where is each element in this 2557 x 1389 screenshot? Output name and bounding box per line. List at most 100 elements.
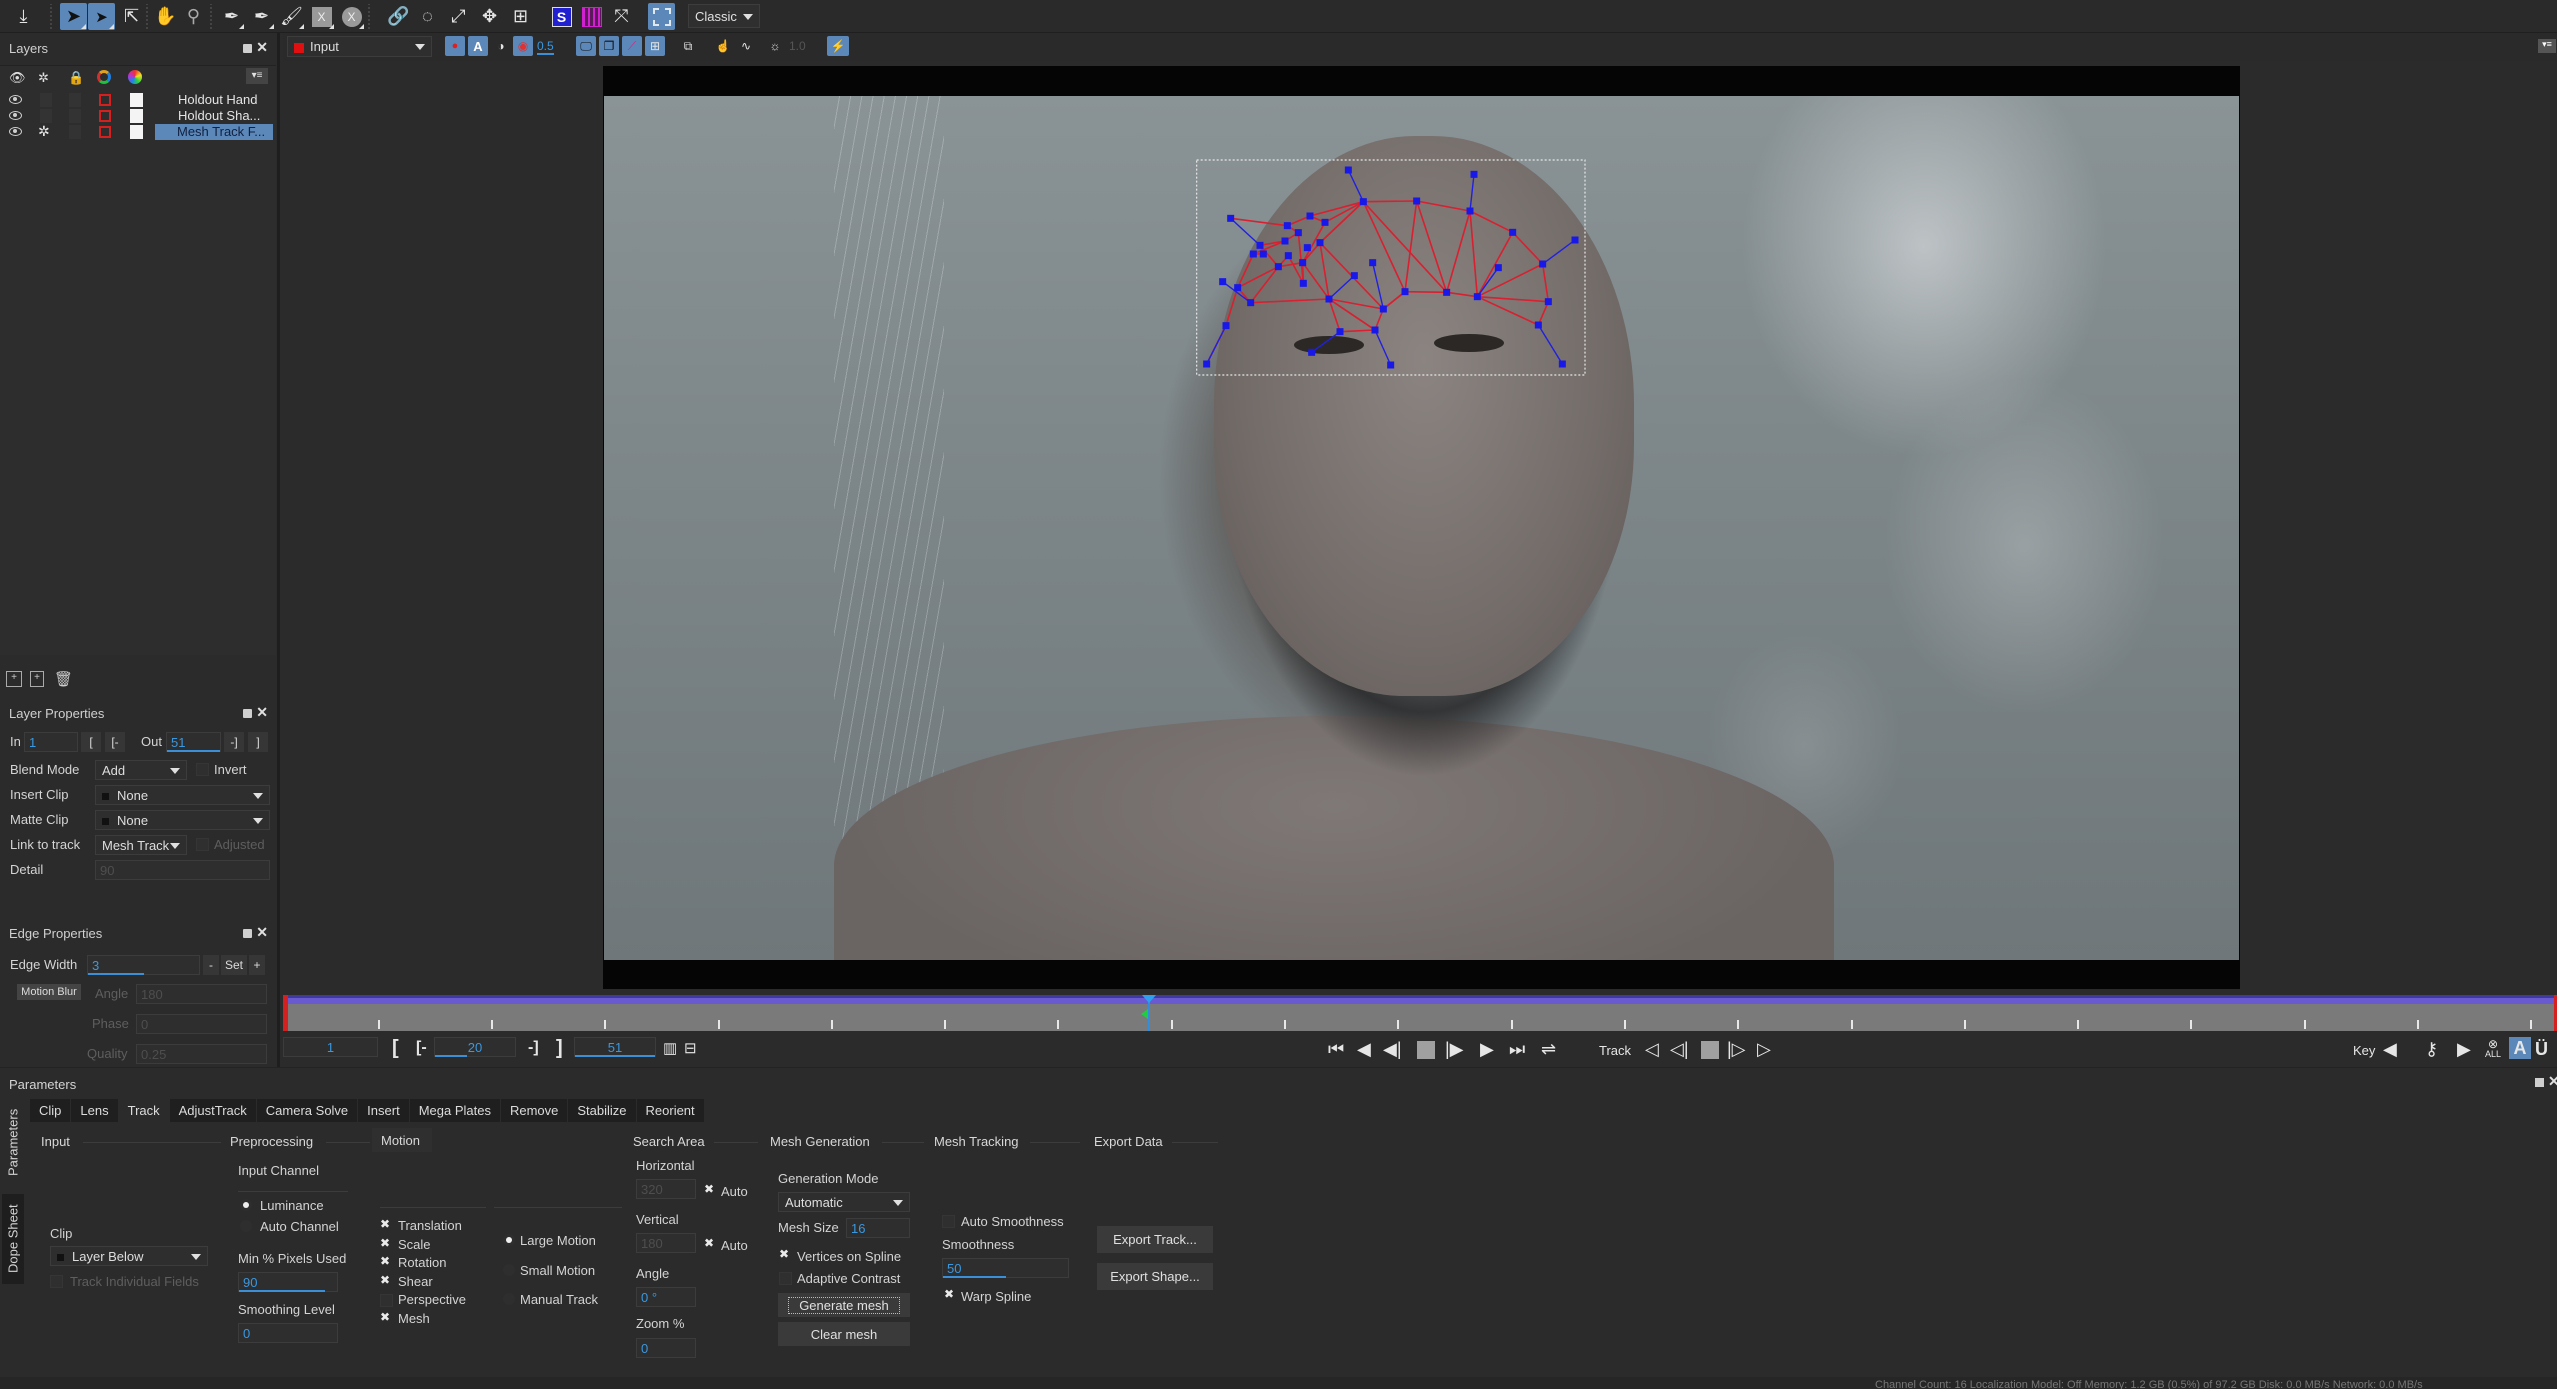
playhead[interactable] bbox=[1142, 995, 1157, 1031]
small-motion-radio[interactable] bbox=[503, 1264, 515, 1276]
mesh-vertex[interactable] bbox=[1234, 284, 1242, 292]
step-backward-icon[interactable]: ◀| bbox=[1383, 1039, 1402, 1059]
mesh-vertex[interactable] bbox=[1379, 305, 1387, 313]
mesh-vertex[interactable] bbox=[1466, 207, 1474, 215]
layer-row-mesh-track[interactable]: ✲ Mesh Track F... bbox=[0, 123, 276, 140]
spline-view-button[interactable]: ⟋ bbox=[622, 36, 642, 56]
large-motion-radio[interactable] bbox=[503, 1234, 515, 1246]
umlaut-u-button[interactable]: Ü bbox=[2535, 1039, 2548, 1059]
insert-clip-select[interactable]: None bbox=[95, 785, 270, 805]
out-field[interactable]: 51 bbox=[166, 732, 221, 752]
edge-width-field[interactable]: 3 bbox=[87, 955, 200, 975]
tab-reorient[interactable]: Reorient bbox=[636, 1099, 704, 1122]
color-swatch[interactable] bbox=[99, 126, 111, 138]
blend-mode-select[interactable]: Add bbox=[95, 760, 187, 780]
delete-key-icon[interactable]: ⚷ bbox=[2425, 1039, 2438, 1059]
track-backward-icon[interactable]: ◁ bbox=[1645, 1039, 1659, 1059]
grid-button[interactable] bbox=[578, 3, 605, 30]
lock-cell[interactable] bbox=[69, 109, 81, 123]
close-icon[interactable]: ✕ bbox=[256, 704, 268, 721]
layer-name[interactable]: Mesh Track F... bbox=[155, 124, 273, 140]
mesh-vertex[interactable] bbox=[1509, 228, 1517, 236]
auto-channel-radio[interactable] bbox=[240, 1220, 252, 1232]
layer-row-holdout-shadow[interactable]: Holdout Sha... bbox=[0, 108, 276, 124]
pen-x-tool-button[interactable]: ✒ bbox=[218, 3, 245, 30]
mesh-grid-tool-button[interactable]: ⊞ bbox=[507, 3, 534, 30]
color-wheel-icon[interactable] bbox=[128, 70, 142, 84]
scale-tool-button[interactable]: ⤢ bbox=[445, 3, 472, 30]
set-out-button[interactable]: ] bbox=[248, 732, 268, 752]
mesh-vertex[interactable] bbox=[1281, 237, 1289, 245]
mesh-vertex[interactable] bbox=[1303, 244, 1311, 252]
track-individual-fields-checkbox[interactable] bbox=[50, 1275, 63, 1288]
tab-remove[interactable]: Remove bbox=[500, 1099, 568, 1122]
trash-icon[interactable]: 🗑 bbox=[54, 670, 73, 688]
mesh-vertex[interactable] bbox=[1401, 288, 1409, 296]
fit-range-icon[interactable]: ▥ bbox=[663, 1039, 677, 1059]
mesh-vertex[interactable] bbox=[1299, 259, 1307, 267]
eye-icon[interactable]: 👁 bbox=[9, 70, 26, 86]
mesh-vertex[interactable] bbox=[1336, 328, 1344, 336]
blur-quality-field[interactable]: 0.25 bbox=[136, 1044, 267, 1064]
luminance-radio[interactable] bbox=[240, 1199, 252, 1211]
mesh-vertex[interactable] bbox=[1571, 236, 1579, 244]
select-tool-button[interactable]: ➤ bbox=[60, 3, 87, 30]
mesh-vertex[interactable] bbox=[1219, 278, 1227, 286]
brush-tool-button[interactable]: 🖌 bbox=[278, 3, 305, 30]
float-panel-icon[interactable] bbox=[243, 709, 252, 718]
dashed-rect-select-button[interactable] bbox=[648, 3, 675, 30]
mesh-vertex[interactable] bbox=[1473, 293, 1481, 301]
mesh-vertex[interactable] bbox=[1325, 295, 1333, 303]
vertical-auto-checkbox[interactable] bbox=[704, 1236, 717, 1252]
add-point-tool-button[interactable]: ⇱ bbox=[118, 3, 145, 30]
generate-mesh-button[interactable]: Generate mesh bbox=[778, 1293, 910, 1317]
vertical-field[interactable]: 180 bbox=[636, 1233, 696, 1253]
set-in-button[interactable]: [ bbox=[81, 732, 101, 752]
clear-mesh-button[interactable]: Clear mesh bbox=[778, 1322, 910, 1346]
mesh-vertex[interactable] bbox=[1284, 252, 1292, 260]
mesh-vertex[interactable] bbox=[1387, 361, 1395, 369]
next-key-icon[interactable]: ▶ bbox=[2457, 1039, 2471, 1059]
preset-select[interactable]: Classic bbox=[688, 4, 760, 28]
mesh-vertex[interactable] bbox=[1494, 264, 1502, 272]
white-swatch[interactable] bbox=[130, 93, 143, 107]
motion-translation-checkbox[interactable] bbox=[380, 1217, 393, 1233]
float-panel-icon[interactable] bbox=[243, 44, 252, 53]
layer-name[interactable]: Holdout Hand bbox=[156, 92, 274, 108]
mesh-vertex[interactable] bbox=[1274, 263, 1282, 271]
tab-adjusttrack[interactable]: AdjustTrack bbox=[169, 1099, 256, 1122]
matte-clip-select[interactable]: None bbox=[95, 810, 270, 830]
adjusted-checkbox[interactable] bbox=[196, 838, 209, 851]
side-tab-parameters[interactable]: Parameters bbox=[2, 1102, 24, 1182]
gear-icon[interactable]: ✲ bbox=[38, 123, 50, 140]
hand-tool-button[interactable]: ✋ bbox=[152, 3, 179, 30]
go-to-start-icon[interactable]: ⏮ bbox=[1328, 1039, 1344, 1059]
go-in-point-button[interactable]: [- bbox=[416, 1039, 427, 1057]
lock-icon[interactable]: 🔒 bbox=[68, 70, 84, 86]
smoothness-field[interactable]: 50 bbox=[942, 1258, 1069, 1278]
mesh-vertex[interactable] bbox=[1350, 272, 1358, 280]
lock-cell[interactable] bbox=[69, 93, 81, 107]
overlay-opacity-field[interactable]: 0.5 bbox=[537, 39, 554, 55]
video-frame[interactable] bbox=[604, 96, 2239, 960]
tab-lens[interactable]: Lens bbox=[71, 1099, 118, 1122]
manual-track-radio[interactable] bbox=[503, 1293, 515, 1305]
motion-scale-checkbox[interactable] bbox=[380, 1236, 393, 1252]
mesh-vertex[interactable] bbox=[1470, 170, 1478, 178]
mesh-vertex[interactable] bbox=[1299, 279, 1307, 287]
white-swatch[interactable] bbox=[130, 125, 143, 139]
horizontal-field[interactable]: 320 bbox=[636, 1179, 696, 1199]
expand-surface-button[interactable]: ⤧ bbox=[608, 3, 635, 30]
color-ring-icon[interactable] bbox=[97, 70, 111, 84]
in-field[interactable]: 1 bbox=[24, 732, 78, 752]
mesh-vertex[interactable] bbox=[1283, 222, 1291, 230]
tab-stabilize[interactable]: Stabilize bbox=[568, 1099, 636, 1122]
flash-button[interactable]: ⚡ bbox=[827, 36, 849, 56]
blur-angle-field[interactable]: 180 bbox=[136, 984, 267, 1004]
close-icon[interactable]: ✕ bbox=[256, 39, 268, 56]
track-step-forward-icon[interactable]: |▷ bbox=[1727, 1039, 1746, 1059]
eye-icon[interactable] bbox=[9, 127, 22, 136]
eye-icon[interactable] bbox=[9, 111, 22, 120]
set-in-point-button[interactable]: [ bbox=[392, 1037, 399, 1060]
mesh-vertex[interactable] bbox=[1203, 360, 1211, 368]
